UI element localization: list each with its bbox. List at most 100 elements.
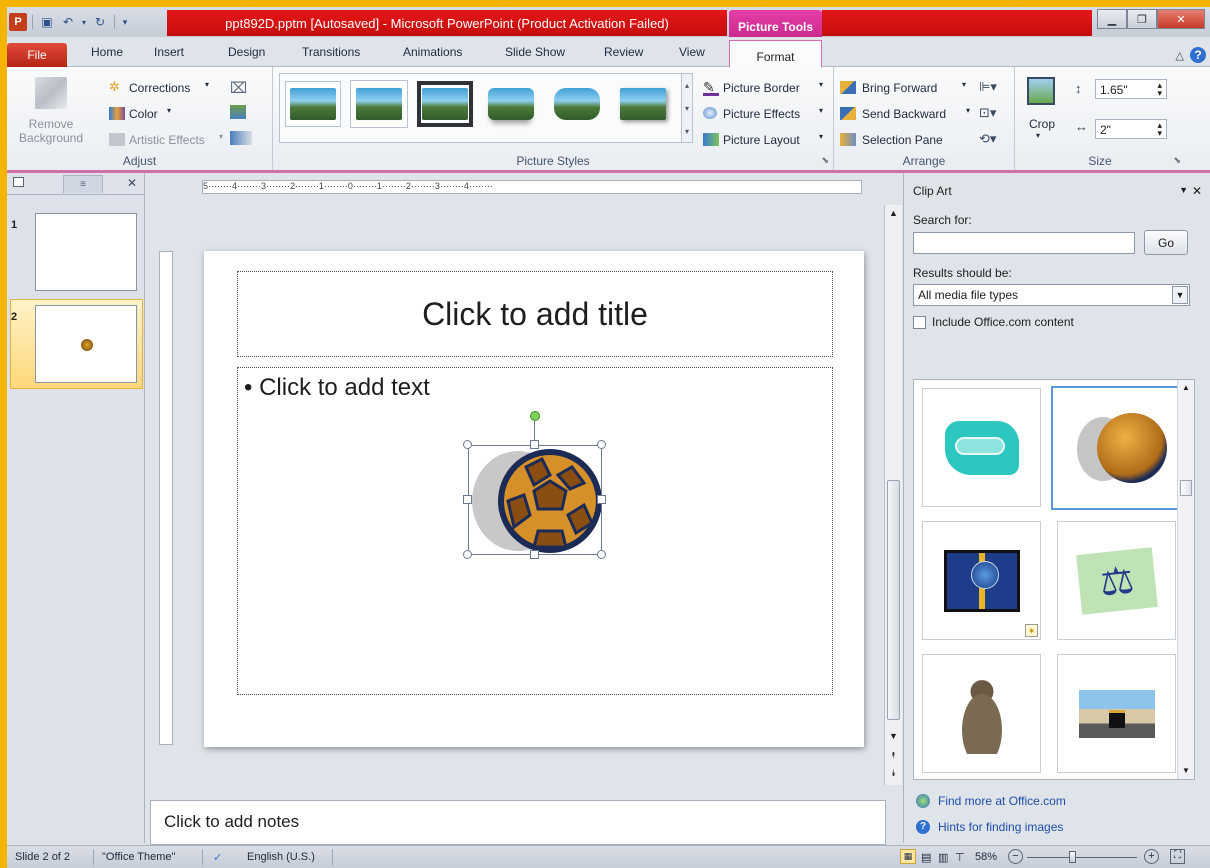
compress-pictures-icon[interactable]: ⌧ — [230, 79, 247, 97]
close-icon[interactable]: ✕ — [1192, 184, 1202, 198]
shape-height-input[interactable]: 1.65" ▴ ▾ — [1095, 79, 1167, 99]
content-placeholder[interactable]: • Click to add text — [237, 367, 833, 695]
corrections-button[interactable]: ✲ Corrections ▾ — [107, 79, 217, 97]
fit-to-window-icon[interactable]: ⛶ — [1170, 849, 1185, 864]
zoom-level[interactable]: 58% — [975, 851, 997, 863]
reading-view-icon[interactable]: ▥ — [938, 851, 948, 864]
close-button[interactable]: ✕ — [1157, 9, 1205, 29]
customize-qat-icon[interactable]: ▾ — [120, 13, 130, 31]
dialog-launcher-icon[interactable]: ⬊ — [821, 155, 829, 166]
zoom-in-icon[interactable]: + — [1144, 849, 1159, 864]
scroll-up-icon[interactable]: ▲ — [885, 205, 902, 221]
picture-style-thumb[interactable] — [549, 81, 605, 127]
hints-link[interactable]: Hints for finding images — [938, 820, 1063, 834]
spinner-icon[interactable]: ▴ ▾ — [1157, 121, 1162, 138]
picture-style-thumb[interactable] — [285, 81, 341, 127]
slides-tab-icon[interactable] — [13, 177, 24, 187]
remove-background-button[interactable]: Remove Background — [11, 73, 91, 151]
media-type-select[interactable]: All media file types ▼ — [913, 284, 1190, 306]
search-input[interactable] — [913, 232, 1135, 254]
group-icon[interactable]: ⊡▾ — [979, 105, 996, 121]
minimize-button[interactable]: ▁ — [1097, 9, 1127, 29]
help-icon[interactable]: ? — [1190, 47, 1206, 63]
undo-dropdown-icon[interactable]: ▾ — [80, 13, 88, 31]
rotate-icon[interactable]: ⟲▾ — [979, 131, 996, 147]
tab-format[interactable]: Format — [729, 40, 822, 68]
undo-icon[interactable]: ↶ — [59, 13, 77, 31]
scroll-thumb[interactable] — [1180, 480, 1192, 496]
title-placeholder[interactable]: Click to add title — [237, 271, 833, 357]
tab-slide-show[interactable]: Slide Show — [505, 45, 565, 59]
close-icon[interactable]: ✕ — [127, 176, 137, 190]
find-more-link[interactable]: Find more at Office.com — [938, 794, 1066, 808]
picture-style-thumb[interactable] — [351, 81, 407, 127]
zoom-out-icon[interactable]: − — [1008, 849, 1023, 864]
next-slide-icon[interactable]: ⯯ — [885, 768, 902, 779]
normal-view-icon[interactable]: ▦ — [900, 849, 916, 864]
redo-icon[interactable]: ↻ — [91, 13, 109, 31]
spell-check-icon[interactable]: ✓ — [213, 851, 222, 864]
tab-home[interactable]: Home — [91, 45, 123, 59]
results-scrollbar[interactable]: ▲ ▼ — [1177, 380, 1194, 779]
shape-width-input[interactable]: 2" ▴ ▾ — [1095, 119, 1167, 139]
picture-border-button[interactable]: ✎ Picture Border ▾ — [701, 79, 831, 97]
save-icon[interactable]: ▣ — [38, 13, 56, 31]
picture-style-thumb[interactable] — [615, 81, 671, 127]
align-icon[interactable]: ⊫▾ — [979, 79, 997, 95]
scroll-down-icon[interactable]: ▼ — [1178, 766, 1194, 775]
resize-handle[interactable] — [463, 550, 472, 559]
zoom-slider-track[interactable] — [1027, 857, 1137, 858]
selection-pane-button[interactable]: Selection Pane — [840, 131, 960, 149]
clip-art-result[interactable]: ⚖ — [1057, 521, 1176, 640]
bring-forward-button[interactable]: Bring Forward ▾ — [840, 79, 975, 97]
gallery-scroll[interactable]: ▴ ▾ ▾ — [681, 73, 693, 143]
notes-pane[interactable]: Click to add notes — [150, 800, 886, 845]
tab-view[interactable]: View — [679, 45, 705, 59]
slide-vertical-scrollbar[interactable]: ▲ ▼ ⯭ ⯯ — [884, 205, 902, 785]
tab-design[interactable]: Design — [228, 45, 265, 59]
resize-handle[interactable] — [597, 550, 606, 559]
theme-name[interactable]: "Office Theme" — [102, 851, 175, 863]
tab-animations[interactable]: Animations — [403, 45, 462, 59]
rotation-handle[interactable] — [530, 411, 540, 421]
language[interactable]: English (U.S.) — [247, 851, 315, 863]
clip-art-result[interactable] — [1057, 654, 1176, 773]
resize-handle[interactable] — [597, 495, 606, 504]
send-backward-button[interactable]: Send Backward ▾ — [840, 105, 975, 123]
selected-picture[interactable] — [463, 411, 606, 559]
spinner-icon[interactable]: ▴ ▾ — [1157, 81, 1162, 98]
dialog-launcher-icon[interactable]: ⬊ — [1173, 155, 1181, 166]
tab-review[interactable]: Review — [604, 45, 643, 59]
resize-handle[interactable] — [530, 550, 539, 559]
picture-style-thumb[interactable] — [483, 81, 539, 127]
picture-style-thumb[interactable] — [417, 81, 473, 127]
scroll-up-icon[interactable]: ▲ — [1178, 380, 1194, 392]
picture-effects-button[interactable]: Picture Effects ▾ — [701, 105, 831, 123]
tab-insert[interactable]: Insert — [154, 45, 184, 59]
resize-handle[interactable] — [463, 495, 472, 504]
scroll-thumb[interactable] — [887, 480, 900, 720]
resize-handle[interactable] — [597, 440, 606, 449]
chevron-down-icon[interactable]: ▼ — [1172, 286, 1188, 304]
picture-layout-button[interactable]: Picture Layout ▾ — [701, 131, 831, 149]
change-picture-icon[interactable] — [230, 105, 246, 119]
maximize-button[interactable]: ❐ — [1127, 9, 1157, 29]
slide-thumbnail[interactable] — [35, 213, 137, 291]
crop-button[interactable]: Crop ▾ — [1021, 73, 1061, 147]
tab-transitions[interactable]: Transitions — [302, 45, 360, 59]
clip-art-result[interactable] — [922, 388, 1041, 507]
scroll-down-icon[interactable]: ▼ — [885, 731, 902, 741]
outline-tab-icon[interactable]: ≡ — [63, 175, 103, 193]
artistic-effects-button[interactable]: Artistic Effects ▾ — [107, 131, 247, 149]
tab-file[interactable]: File — [7, 43, 67, 67]
clip-art-result[interactable] — [922, 654, 1041, 773]
slide-show-icon[interactable]: ⊤ — [955, 851, 965, 864]
go-button[interactable]: Go — [1144, 230, 1188, 255]
include-office-checkbox[interactable] — [913, 316, 926, 329]
powerpoint-logo-icon[interactable]: P — [9, 13, 27, 31]
resize-handle[interactable] — [463, 440, 472, 449]
slide-sorter-icon[interactable]: ▤ — [921, 851, 931, 864]
slide-thumbnail[interactable] — [35, 305, 137, 383]
clip-art-result[interactable]: ✶ — [922, 521, 1041, 640]
pane-options-icon[interactable]: ▼ — [1179, 185, 1188, 195]
